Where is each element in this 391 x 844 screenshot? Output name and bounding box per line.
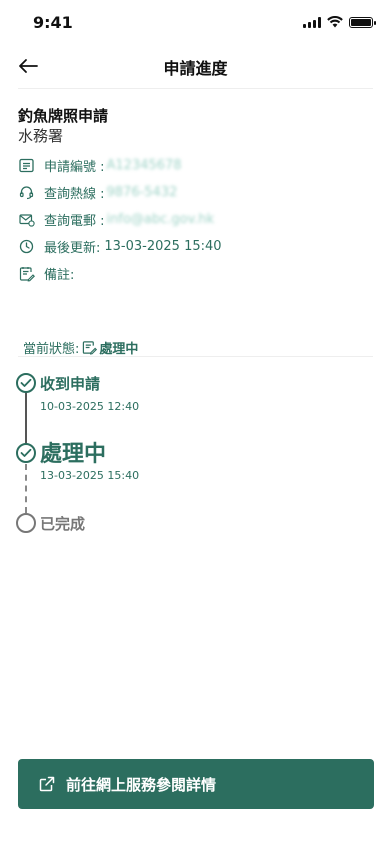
- application-name: 釣魚牌照申請: [18, 107, 109, 125]
- status-icons: [303, 16, 376, 28]
- status-divider: [18, 356, 373, 357]
- last-updated-value: 13-03-2025 15:40: [104, 239, 222, 254]
- email-label: 查詢電郵 :: [44, 214, 105, 229]
- note-edit-icon: [82, 340, 98, 355]
- last-updated-label: 最後更新:: [44, 241, 101, 256]
- application-info: 釣魚牌照申請 水務署 申請編號 : A12345678 查詢熱線 : 9876-…: [18, 106, 373, 287]
- timeline-line-pending: [25, 464, 27, 513]
- open-online-service-label: 前往網上服務參閱詳情: [66, 775, 217, 794]
- clock-icon: [18, 238, 35, 255]
- application-number-row: 申請編號 : A12345678: [18, 152, 373, 179]
- header-divider: [18, 88, 373, 89]
- cellular-signal-icon: [303, 16, 321, 28]
- hotline-value[interactable]: 9876-5432: [107, 185, 178, 200]
- application-number-value: A12345678: [106, 158, 182, 173]
- current-status: 當前狀態: 處理中: [23, 338, 138, 357]
- step-processing-check-icon: [16, 443, 36, 463]
- header: 申請進度: [0, 44, 391, 88]
- current-status-value: 處理中: [99, 342, 139, 357]
- email-value[interactable]: info@abc.gov.hk: [107, 212, 215, 227]
- document-number-icon: [18, 157, 35, 174]
- current-status-label: 當前狀態:: [23, 342, 80, 357]
- step-received-date: 10-03-2025 12:40: [40, 400, 140, 413]
- hotline-row: 查詢熱線 : 9876-5432: [18, 179, 373, 206]
- external-link-icon: [38, 775, 56, 793]
- headset-icon: [18, 184, 35, 201]
- wifi-icon: [327, 16, 343, 28]
- status-time: 9:41: [33, 13, 73, 32]
- remarks-row: 備註:: [18, 260, 373, 287]
- page-title: 申請進度: [163, 59, 228, 78]
- department-name: 水務署: [18, 127, 64, 145]
- last-updated-row: 最後更新: 13-03-2025 15:40: [18, 233, 373, 260]
- step-processing-date: 13-03-2025 15:40: [40, 469, 140, 482]
- note-edit-icon: [18, 265, 35, 282]
- progress-timeline: 收到申請 10-03-2025 12:40 處理中 13-03-2025 15:…: [16, 372, 356, 542]
- step-processing-label: 處理中: [40, 442, 107, 467]
- email-row: 查詢電郵 : info@abc.gov.hk: [18, 206, 373, 233]
- timeline-line-completed: [25, 392, 27, 444]
- status-bar: 9:41: [0, 0, 391, 44]
- remarks-label: 備註:: [44, 268, 75, 283]
- step-received-label: 收到申請: [40, 375, 101, 393]
- application-number-label: 申請編號 :: [44, 160, 105, 175]
- open-online-service-button[interactable]: 前往網上服務參閱詳情: [18, 759, 374, 809]
- hotline-label: 查詢熱線 :: [44, 187, 105, 202]
- battery-icon: [349, 16, 376, 28]
- step-received-check-icon: [16, 373, 36, 393]
- step-completed-label: 已完成: [40, 515, 86, 533]
- email-icon: [18, 211, 35, 228]
- step-completed-circle-icon: [16, 513, 36, 533]
